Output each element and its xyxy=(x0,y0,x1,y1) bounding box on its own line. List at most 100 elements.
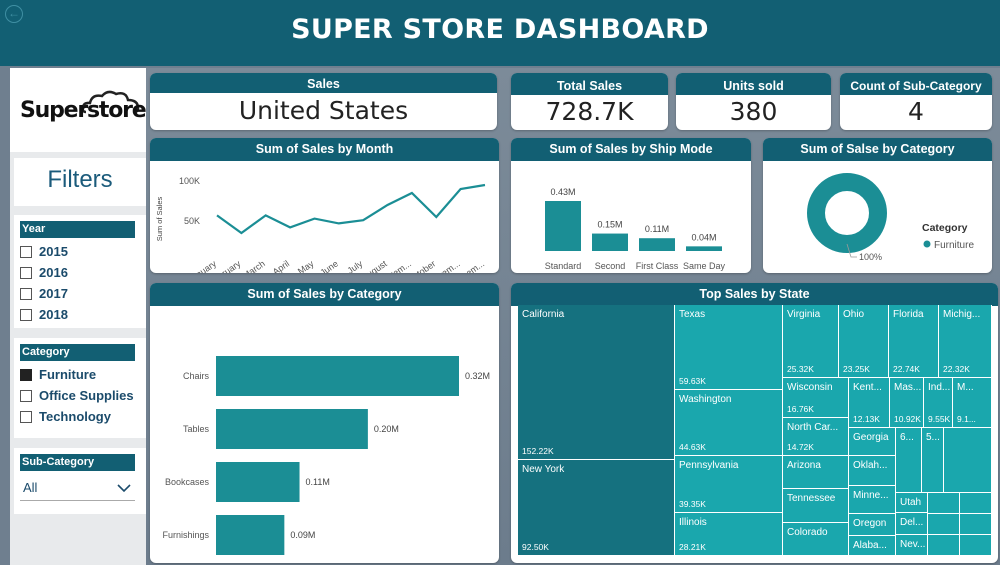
treemap-tile-value: 25.32K xyxy=(787,364,814,374)
kpi-count-subcategory-value: 4 xyxy=(908,97,924,126)
kpi-units-sold-label: Units sold xyxy=(676,73,831,95)
treemap-tile-name: 5... xyxy=(926,432,940,443)
treemap-tile[interactable]: Michig... 22.32K xyxy=(939,305,992,378)
subcategory-value: All xyxy=(23,480,38,495)
treemap-tile[interactable]: Ohio 23.25K xyxy=(839,305,889,378)
treemap-tile[interactable]: Pennsylvania 39.35K xyxy=(675,456,783,513)
treemap-tile[interactable]: Texas 59.63K xyxy=(675,305,783,390)
ship-mode-bar[interactable] xyxy=(545,201,581,251)
treemap-tile-value: 22.32K xyxy=(943,364,970,374)
treemap-tile[interactable]: Virginia 25.32K xyxy=(783,305,839,378)
category-filter: Category Furniture Office Supplies Techn… xyxy=(14,338,146,438)
treemap-tile[interactable] xyxy=(944,428,992,493)
treemap-tile[interactable] xyxy=(960,535,992,556)
ship-mode-bar[interactable] xyxy=(686,246,722,251)
checkbox-2018[interactable] xyxy=(20,308,32,321)
line-chart-ytick: 100K xyxy=(179,176,200,186)
treemap-tile[interactable] xyxy=(928,493,960,514)
subcategory-filter: Sub-Category All xyxy=(14,448,146,514)
treemap-tile[interactable]: New York 92.50K xyxy=(518,460,675,556)
category-option-technology[interactable]: Technology xyxy=(20,406,146,427)
year-option-2017[interactable]: 2017 xyxy=(20,283,146,304)
treemap-tile[interactable]: Colorado xyxy=(783,523,849,556)
treemap-tile[interactable]: Oklah... xyxy=(849,456,896,486)
treemap-tile-name: Wisconsin xyxy=(787,382,833,393)
year-option-2018[interactable]: 2018 xyxy=(20,304,146,325)
treemap-tile[interactable]: 5... xyxy=(922,428,944,493)
ship-mode-xtick: First Class xyxy=(636,261,679,271)
subcategory-bar[interactable] xyxy=(216,409,368,449)
line-chart-series[interactable] xyxy=(216,183,486,235)
subcategory-dropdown[interactable]: All xyxy=(20,475,135,501)
subcategory-bar[interactable] xyxy=(216,515,285,555)
line-chart-xtick: May xyxy=(296,258,316,273)
treemap-tile[interactable]: 6... xyxy=(896,428,922,493)
treemap-tile[interactable]: Oregon xyxy=(849,514,896,536)
category-option-office-supplies[interactable]: Office Supplies xyxy=(20,385,146,406)
treemap-tile[interactable]: Nev... xyxy=(896,535,928,556)
category-option-furniture[interactable]: Furniture xyxy=(20,364,146,385)
year-option-2015[interactable]: 2015 xyxy=(20,241,146,262)
checkbox-furniture[interactable] xyxy=(20,368,32,381)
treemap-tile[interactable]: Mas... 10.92K xyxy=(890,378,924,428)
treemap-tile-value: 10.92K xyxy=(894,414,921,424)
sales-by-subcategory-title: Sum of Sales by Category xyxy=(150,283,499,306)
line-chart-ytick: 50K xyxy=(184,216,200,226)
top-sales-by-state-card: Top Sales by State California 152.22K New … xyxy=(511,283,998,563)
checkbox-2015[interactable] xyxy=(20,245,32,258)
treemap-tile-name: Pennsylvania xyxy=(679,460,739,471)
subcategory-bar-label: 0.11M xyxy=(306,477,330,487)
treemap-tile[interactable]: Arizona xyxy=(783,456,849,489)
chevron-down-icon[interactable] xyxy=(117,483,131,493)
subcategory-bar[interactable] xyxy=(216,462,300,502)
treemap-tile[interactable]: Ind... 9.55K xyxy=(924,378,953,428)
donut-legend-title: Category xyxy=(922,222,968,234)
treemap-tile[interactable] xyxy=(960,514,992,535)
treemap-tile[interactable] xyxy=(928,514,960,535)
treemap-tile[interactable]: Georgia xyxy=(849,428,896,456)
treemap-tile[interactable]: Minne... xyxy=(849,486,896,514)
treemap-tile-name: Mas... xyxy=(894,382,922,393)
treemap-tile[interactable]: Kent... 12.13K xyxy=(849,378,890,428)
sales-by-subcategory-chart: Chairs 0.32M Tables 0.20M Bookcases 0.11M Furn… xyxy=(162,356,490,555)
treemap-tile[interactable] xyxy=(960,493,992,514)
kpi-units-sold-value: 380 xyxy=(729,97,778,126)
subcategory-bar[interactable] xyxy=(216,356,459,396)
treemap-tile-name: Michig... xyxy=(943,309,981,320)
checkbox-2017[interactable] xyxy=(20,287,32,300)
treemap-tile[interactable]: Utah xyxy=(896,493,928,513)
treemap-tile[interactable]: Tennessee xyxy=(783,489,849,523)
sales-by-ship-mode-title: Sum of Sales by Ship Mode xyxy=(511,138,751,161)
donut-slice-label: 100% xyxy=(859,252,882,262)
ship-mode-bar[interactable] xyxy=(639,238,675,251)
ship-mode-bar[interactable] xyxy=(592,233,628,251)
treemap-tile-name: California xyxy=(522,309,565,320)
kpi-units-sold-card: Units sold 380 xyxy=(676,73,831,130)
treemap-tile-name: Georgia xyxy=(853,432,889,443)
treemap-tile[interactable]: Illinois 28.21K xyxy=(675,513,783,556)
treemap-tile[interactable]: Alaba... xyxy=(849,536,896,556)
donut-legend-item[interactable]: Furniture xyxy=(934,240,974,251)
treemap-tile[interactable]: Wisconsin 16.76K xyxy=(783,378,849,418)
treemap-tile[interactable]: Del... xyxy=(896,513,928,535)
treemap-tile[interactable]: Washington 44.63K xyxy=(675,390,783,456)
year-option-2016[interactable]: 2016 xyxy=(20,262,146,283)
kpi-sales-value: United States xyxy=(238,96,409,125)
treemap-tile[interactable]: North Car... 14.72K xyxy=(783,418,849,456)
treemap-tile[interactable] xyxy=(928,535,960,556)
checkbox-2016[interactable] xyxy=(20,266,32,279)
checkbox-technology[interactable] xyxy=(20,410,32,423)
treemap-tile[interactable]: M... 9.1... xyxy=(953,378,992,428)
treemap-tile-name: Oklah... xyxy=(853,460,888,471)
subcategory-ytick: Tables xyxy=(183,424,210,434)
donut-slice-furniture[interactable] xyxy=(807,173,887,253)
logo-text: Superstore xyxy=(20,98,147,123)
treemap-tile-value: 152.22K xyxy=(522,446,554,456)
treemap-tile[interactable]: Florida 22.74K xyxy=(889,305,939,378)
kpi-total-sales-label: Total Sales xyxy=(511,73,668,95)
treemap-tile-value: 22.74K xyxy=(893,364,920,374)
logo-panel: Superstore xyxy=(10,68,147,152)
treemap-tile[interactable]: California 152.22K xyxy=(518,305,675,460)
checkbox-office-supplies[interactable] xyxy=(20,389,32,402)
treemap-tile-name: Colorado xyxy=(787,527,828,538)
